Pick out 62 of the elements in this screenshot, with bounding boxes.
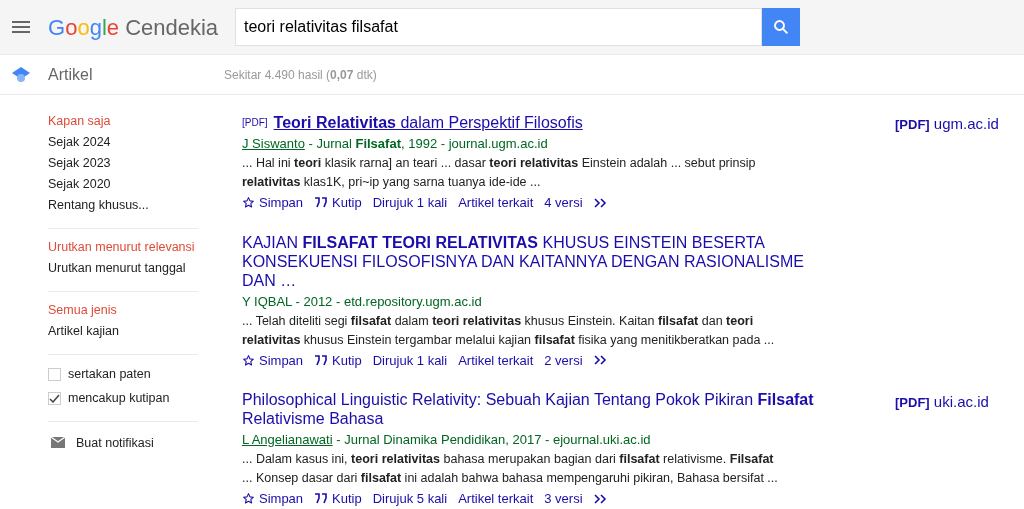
result-title-link[interactable]: Philosophical Linguistic Relativity: Sebuah Kajian Tentang Pokok Pikiran Filsafat Relativisme Bahasa [242, 390, 822, 428]
more-chevron-icon[interactable] [593, 493, 608, 504]
result-action-link[interactable]: Kutip [314, 350, 362, 370]
checkbox-label[interactable]: sertakan paten [68, 365, 151, 384]
star-icon [242, 353, 255, 367]
section-title: Artikel [48, 64, 94, 85]
filter-link[interactable]: Kapan saja [48, 113, 198, 129]
result-action-link[interactable]: 3 versi [544, 489, 583, 509]
filter-link[interactable]: Sejak 2024 [48, 134, 198, 150]
result-action-link[interactable]: Simpan [242, 350, 304, 370]
result-action-link[interactable]: Simpan [242, 193, 304, 213]
result-meta: Y IQBAL - 2012 - etd.repository.ugm.ac.id [242, 292, 483, 310]
result-title-link[interactable]: KAJIAN FILSAFAT TEORI RELATIVITAS KHUSUS EINSTEIN BESERTA KONSEKUENSI FILOSOFISNYA DAN KAITANNYA DENGAN RASIONALISME DAN … [242, 232, 822, 290]
snippet-line: relativitas klas1K, pri~ip yang sarna tuanya ide-ide ... [242, 174, 542, 191]
filter-link[interactable]: Semua jenis [48, 302, 198, 318]
pdf-link[interactable]: [PDF] uki.ac.id [895, 390, 999, 413]
filter-link[interactable]: Urutkan menurut tanggal [48, 260, 198, 276]
search-icon [772, 18, 790, 36]
result-action-link[interactable]: Simpan [242, 489, 304, 509]
result-action-link[interactable]: Dirujuk 1 kali [372, 193, 448, 213]
more-chevron-icon[interactable] [593, 355, 608, 366]
filter-link[interactable]: Urutkan menurut relevansi [48, 239, 198, 255]
create-alert-link[interactable]: Buat notifikasi [76, 433, 154, 453]
mail-icon [51, 437, 65, 449]
menu-icon[interactable] [12, 21, 30, 33]
snippet-line: ... Konsep dasar dari filsafat ini adalah bahwa bahasa mempengaruhi pikiran, Bahasa bersifat ... [242, 470, 779, 487]
snippet-line: relativitas khusus Einstein tergambar melalui kajian filsafat fisika yang menitikberatkan pada ... [242, 331, 776, 349]
search-button[interactable] [762, 8, 800, 46]
star-icon [242, 492, 255, 506]
quote-icon [314, 493, 329, 505]
filter-link[interactable]: Sejak 2023 [48, 155, 198, 171]
result-action-link[interactable]: 4 versi [544, 193, 583, 213]
result-action-link[interactable]: Artikel terkait [458, 350, 534, 370]
filter-link[interactable]: Rentang khusus... [48, 197, 198, 213]
logo[interactable]: Google Cendekia [48, 10, 236, 44]
quote-icon [314, 354, 329, 366]
result-action-link[interactable]: Artikel terkait [458, 489, 534, 509]
pdf-tag: [PDF] [242, 117, 268, 128]
quote-icon [314, 197, 329, 209]
more-chevron-icon[interactable] [593, 197, 608, 208]
result-meta: J Siswanto - Jurnal Filsafat, 1992 - journal.ugm.ac.id [242, 135, 549, 152]
checkbox[interactable] [48, 391, 61, 405]
result-action-link[interactable]: Artikel terkait [458, 193, 534, 213]
result-stats: Sekitar 4.490 hasil (0,07 dtk) [224, 66, 377, 84]
result-action-link[interactable]: 2 versi [544, 350, 583, 370]
result-action-link[interactable]: Dirujuk 5 kali [372, 489, 448, 509]
result-action-link[interactable]: Kutip [314, 489, 362, 509]
checkbox-label[interactable]: mencakup kutipan [68, 388, 170, 408]
scholar-cap-icon [12, 66, 30, 83]
search-field[interactable]: teori relativitas filsafat [235, 8, 762, 46]
result-title-link[interactable]: Teori Relativitas dalam Perspektif Filosofis [273, 113, 583, 132]
checkbox[interactable] [48, 367, 61, 381]
result-action-link[interactable]: Kutip [314, 193, 362, 213]
snippet-line: ... Telah diteliti segi filsafat dalam teori relativitas khusus Einstein. Kaitan filsafat dan teori [242, 312, 755, 330]
star-icon [242, 196, 255, 210]
pdf-link[interactable]: [PDF] ugm.ac.id [895, 113, 999, 136]
snippet-line: ... Dalam kasus ini, teori relativitas bahasa merupakan bagian dari filsafat relativisme. Filsafat [242, 451, 775, 468]
snippet-line: ... Hal ini teori klasik rarna] an teari ... dasar teori relativitas Einstein adalah ... sebut prinsip [242, 155, 757, 172]
filter-link[interactable]: Sejak 2020 [48, 176, 198, 192]
result-action-link[interactable]: Dirujuk 1 kali [372, 350, 448, 370]
result-meta: L Angelianawati - Jurnal Dinamika Pendidikan, 2017 - ejournal.uki.ac.id [242, 431, 652, 448]
filter-link[interactable]: Artikel kajian [48, 323, 198, 339]
